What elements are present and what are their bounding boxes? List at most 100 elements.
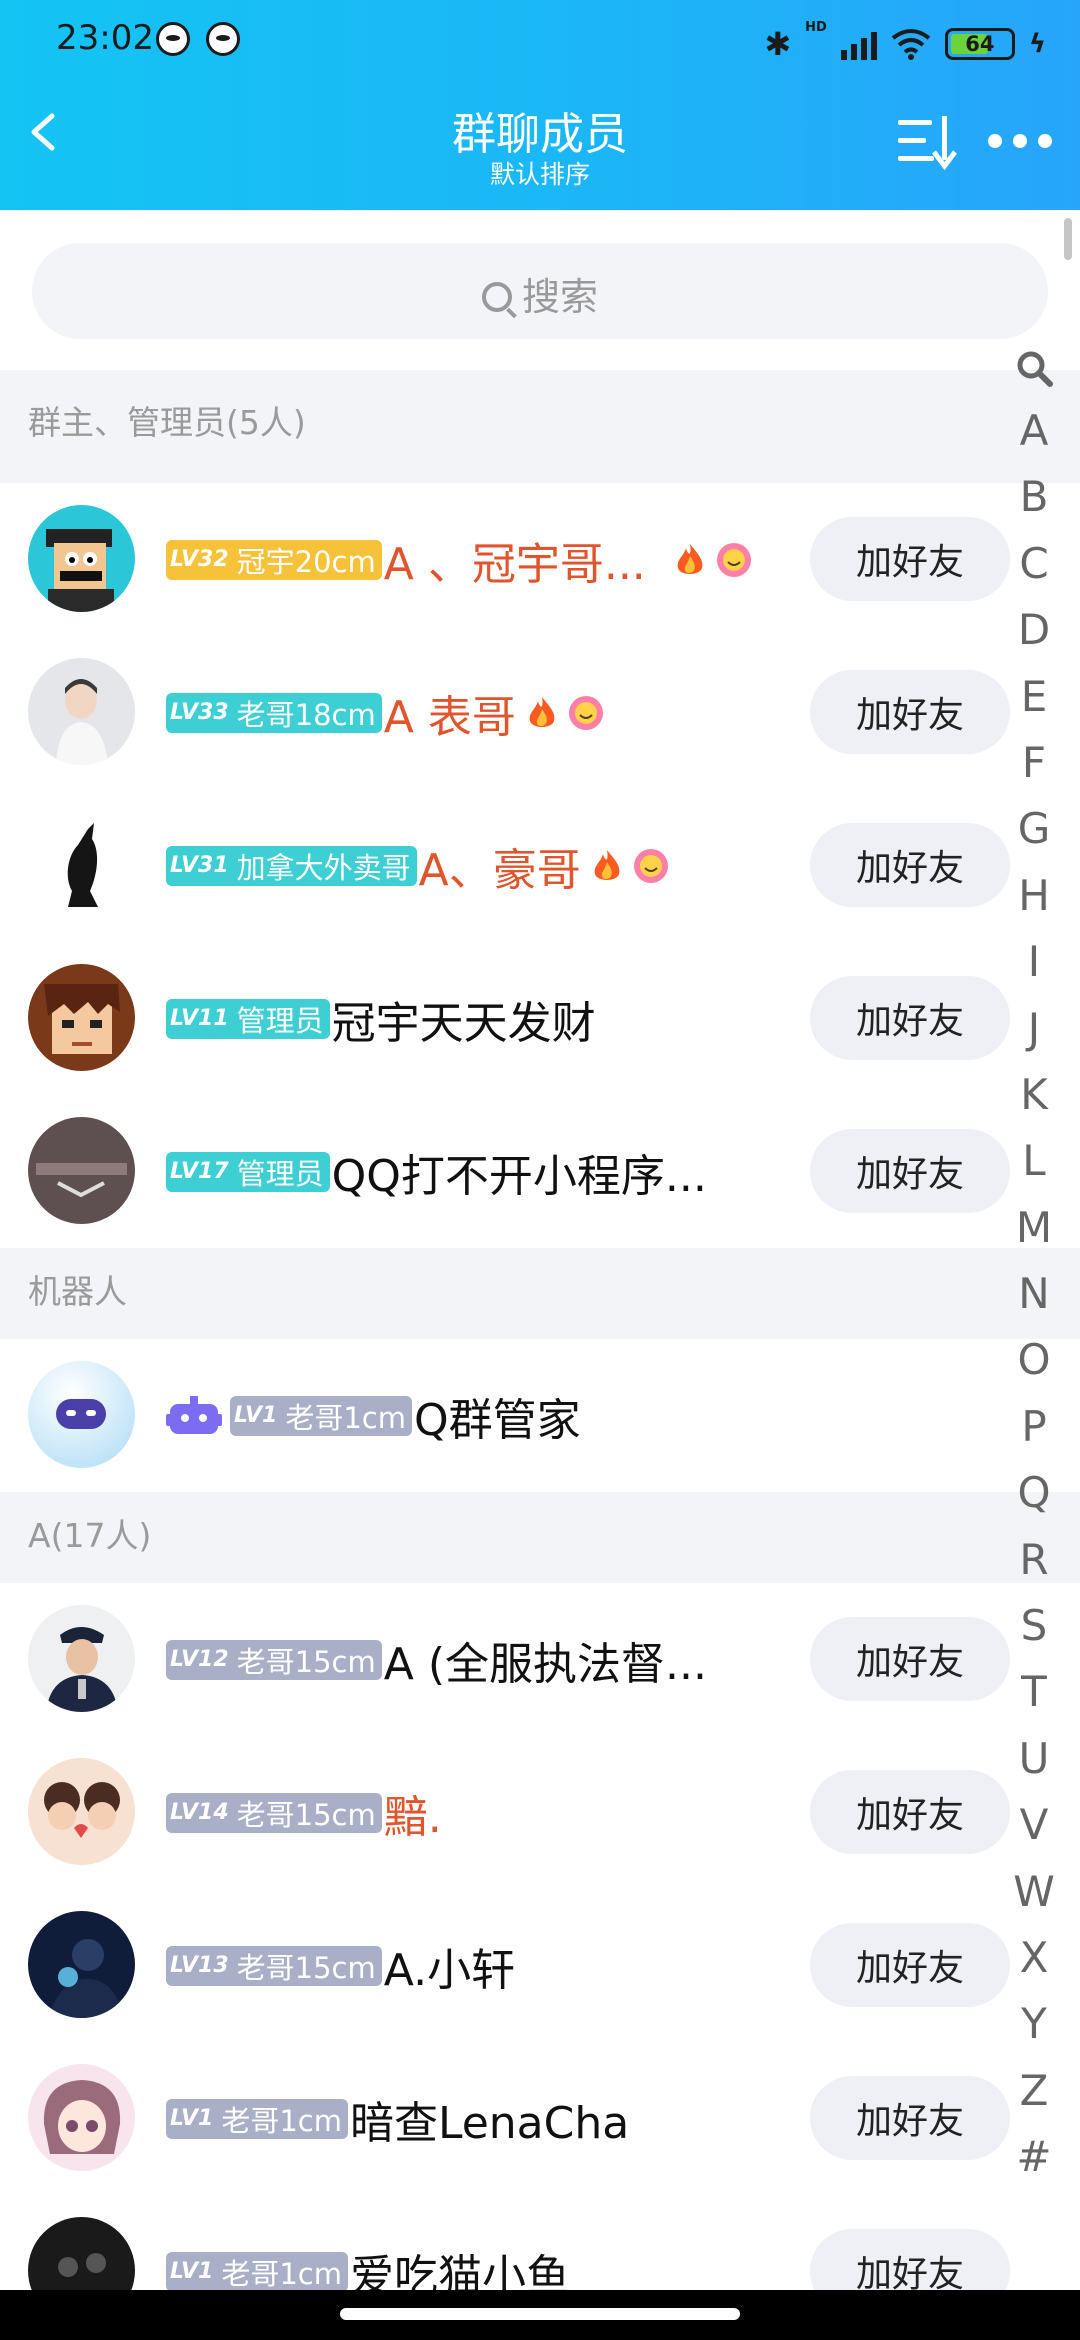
add-friend-button[interactable]: 加好友 <box>810 1617 1010 1701</box>
index-letter[interactable]: T <box>1008 1659 1060 1725</box>
index-letter[interactable]: # <box>1008 2124 1060 2190</box>
index-letter[interactable]: A <box>1008 398 1060 464</box>
flower-emoji-icon <box>633 848 669 884</box>
member-row[interactable]: LV13 老哥15cm A.小轩 加好友 <box>0 1889 1080 2042</box>
more-icon-dot <box>988 134 1002 148</box>
index-letter[interactable]: P <box>1008 1394 1060 1460</box>
index-letter[interactable]: R <box>1008 1527 1060 1593</box>
add-friend-button[interactable]: 加好友 <box>810 670 1010 754</box>
member-name: A 表哥 <box>383 691 516 743</box>
search-input[interactable]: 搜索 <box>32 243 1048 339</box>
member-name: 冠宇天天发财 <box>331 997 596 1049</box>
level-badge: LV14 老哥15cm <box>166 1792 382 1833</box>
index-letter[interactable]: I <box>1008 929 1060 995</box>
index-letter[interactable]: J <box>1008 996 1060 1062</box>
index-letter[interactable]: F <box>1008 730 1060 796</box>
index-letter[interactable]: Z <box>1008 2058 1060 2124</box>
level-badge: LV11 管理员 <box>166 998 330 1039</box>
level-badge: LV12 老哥15cm <box>166 1639 382 1680</box>
member-name: A.小轩 <box>383 1944 516 1996</box>
member-row[interactable]: LV14 老哥15cm 黯. 加好友 <box>0 1736 1080 1889</box>
sort-button[interactable] <box>896 112 960 171</box>
member-name: Q群管家 <box>413 1394 581 1446</box>
avatar[interactable] <box>28 658 135 765</box>
member-row[interactable]: LV31 加拿大外卖哥 A、豪哥 加好友 <box>0 789 1080 942</box>
index-letter[interactable]: K <box>1008 1062 1060 1128</box>
member-name: 黯. <box>383 1791 442 1843</box>
index-letter[interactable]: B <box>1008 464 1060 530</box>
index-letter[interactable]: Q <box>1008 1460 1060 1526</box>
signal-icon <box>840 28 877 60</box>
title-bar: 23:02 ✱ HD 64 ϟ 群聊成员 默认排序 <box>0 0 1080 210</box>
index-letter[interactable]: Y <box>1008 1991 1060 2057</box>
index-letter[interactable]: C <box>1008 531 1060 597</box>
add-friend-button[interactable]: 加好友 <box>810 1923 1010 2007</box>
robot-icon <box>166 1395 222 1436</box>
flower-emoji-icon <box>716 542 752 578</box>
add-friend-button[interactable]: 加好友 <box>810 2076 1010 2160</box>
scrollbar-thumb[interactable] <box>1064 218 1072 260</box>
sort-icon <box>898 116 957 171</box>
add-friend-button[interactable]: 加好友 <box>810 976 1010 1060</box>
level-badge: LV1 老哥1cm <box>166 2251 348 2290</box>
status-time: 23:02 <box>56 18 154 58</box>
more-button[interactable] <box>988 124 1052 158</box>
member-row[interactable]: LV12 老哥15cm A (全服执法督... 加好友 <box>0 1583 1080 1736</box>
member-row[interactable]: LV17 管理员 QQ打不开小程序... 加好友 <box>0 1095 1080 1248</box>
index-letter[interactable]: G <box>1008 796 1060 862</box>
avatar[interactable] <box>28 811 135 918</box>
add-friend-button[interactable]: 加好友 <box>810 2229 1010 2290</box>
add-friend-button[interactable]: 加好友 <box>810 823 1010 907</box>
level-badge: LV1 老哥1cm <box>230 1395 412 1436</box>
member-row[interactable]: LV11 管理员 冠宇天天发财 加好友 <box>0 942 1080 1095</box>
avatar[interactable] <box>28 964 135 1071</box>
flower-emoji-icon <box>568 695 604 731</box>
member-row[interactable]: LV32 冠宇20cm A 、冠宇哥... 加好友 <box>0 483 1080 636</box>
index-letter[interactable]: L <box>1008 1128 1060 1194</box>
avatar[interactable] <box>28 1361 135 1468</box>
app-notification-icon <box>206 22 240 56</box>
index-letter[interactable]: E <box>1008 664 1060 730</box>
index-letter[interactable]: X <box>1008 1925 1060 1991</box>
index-letter[interactable]: W <box>1008 1859 1060 1925</box>
alphabet-index[interactable]: A B C D E F G H I J K L M N O P Q R S T … <box>1008 338 1060 2191</box>
member-row[interactable]: LV1 老哥1cm 爱吃猫小鱼 加好友 <box>0 2195 1080 2290</box>
member-list[interactable]: 搜索 群主、管理员(5人) LV32 冠宇20cm A 、冠宇哥... 加好友 L… <box>0 210 1080 2290</box>
section-header-a: A(17人) <box>0 1492 1080 1583</box>
avatar[interactable] <box>28 1605 135 1712</box>
member-name: A (全服执法督... <box>383 1638 707 1690</box>
index-letter[interactable]: O <box>1008 1327 1060 1393</box>
charging-icon: ϟ <box>1028 29 1046 59</box>
index-letter[interactable]: V <box>1008 1792 1060 1858</box>
add-friend-button[interactable]: 加好友 <box>810 1770 1010 1854</box>
member-name: A、豪哥 <box>418 844 581 896</box>
more-icon-dot <box>1038 134 1052 148</box>
index-letter[interactable]: H <box>1008 863 1060 929</box>
add-friend-button[interactable]: 加好友 <box>810 517 1010 601</box>
avatar[interactable] <box>28 1911 135 2018</box>
index-letter[interactable]: S <box>1008 1593 1060 1659</box>
index-letter[interactable]: D <box>1008 597 1060 663</box>
member-row[interactable]: LV1 老哥1cm 暗查LenaCha 加好友 <box>0 2042 1080 2195</box>
level-badge: LV33 老哥18cm <box>166 692 382 733</box>
avatar[interactable] <box>28 2217 135 2290</box>
battery-icon: 64 <box>944 28 1015 60</box>
level-badge: LV13 老哥15cm <box>166 1945 382 1986</box>
level-badge: LV31 加拿大外卖哥 <box>166 845 417 886</box>
app-notification-icon <box>156 22 190 56</box>
search-icon <box>481 282 512 312</box>
member-row[interactable]: LV33 老哥18cm A 表哥 加好友 <box>0 636 1080 789</box>
home-indicator[interactable] <box>340 2308 740 2320</box>
avatar[interactable] <box>28 2064 135 2171</box>
add-friend-button[interactable]: 加好友 <box>810 1129 1010 1213</box>
member-name: 暗查LenaCha <box>349 2097 630 2149</box>
index-letter[interactable]: M <box>1008 1195 1060 1261</box>
avatar[interactable] <box>28 505 135 612</box>
index-letter[interactable]: U <box>1008 1726 1060 1792</box>
avatar[interactable] <box>28 1117 135 1224</box>
member-name: A 、冠宇哥... <box>383 538 646 590</box>
robot-row[interactable]: LV1 老哥1cm Q群管家 <box>0 1339 1080 1492</box>
avatar[interactable] <box>28 1758 135 1865</box>
index-search-icon[interactable] <box>1008 338 1060 398</box>
index-letter[interactable]: N <box>1008 1261 1060 1327</box>
